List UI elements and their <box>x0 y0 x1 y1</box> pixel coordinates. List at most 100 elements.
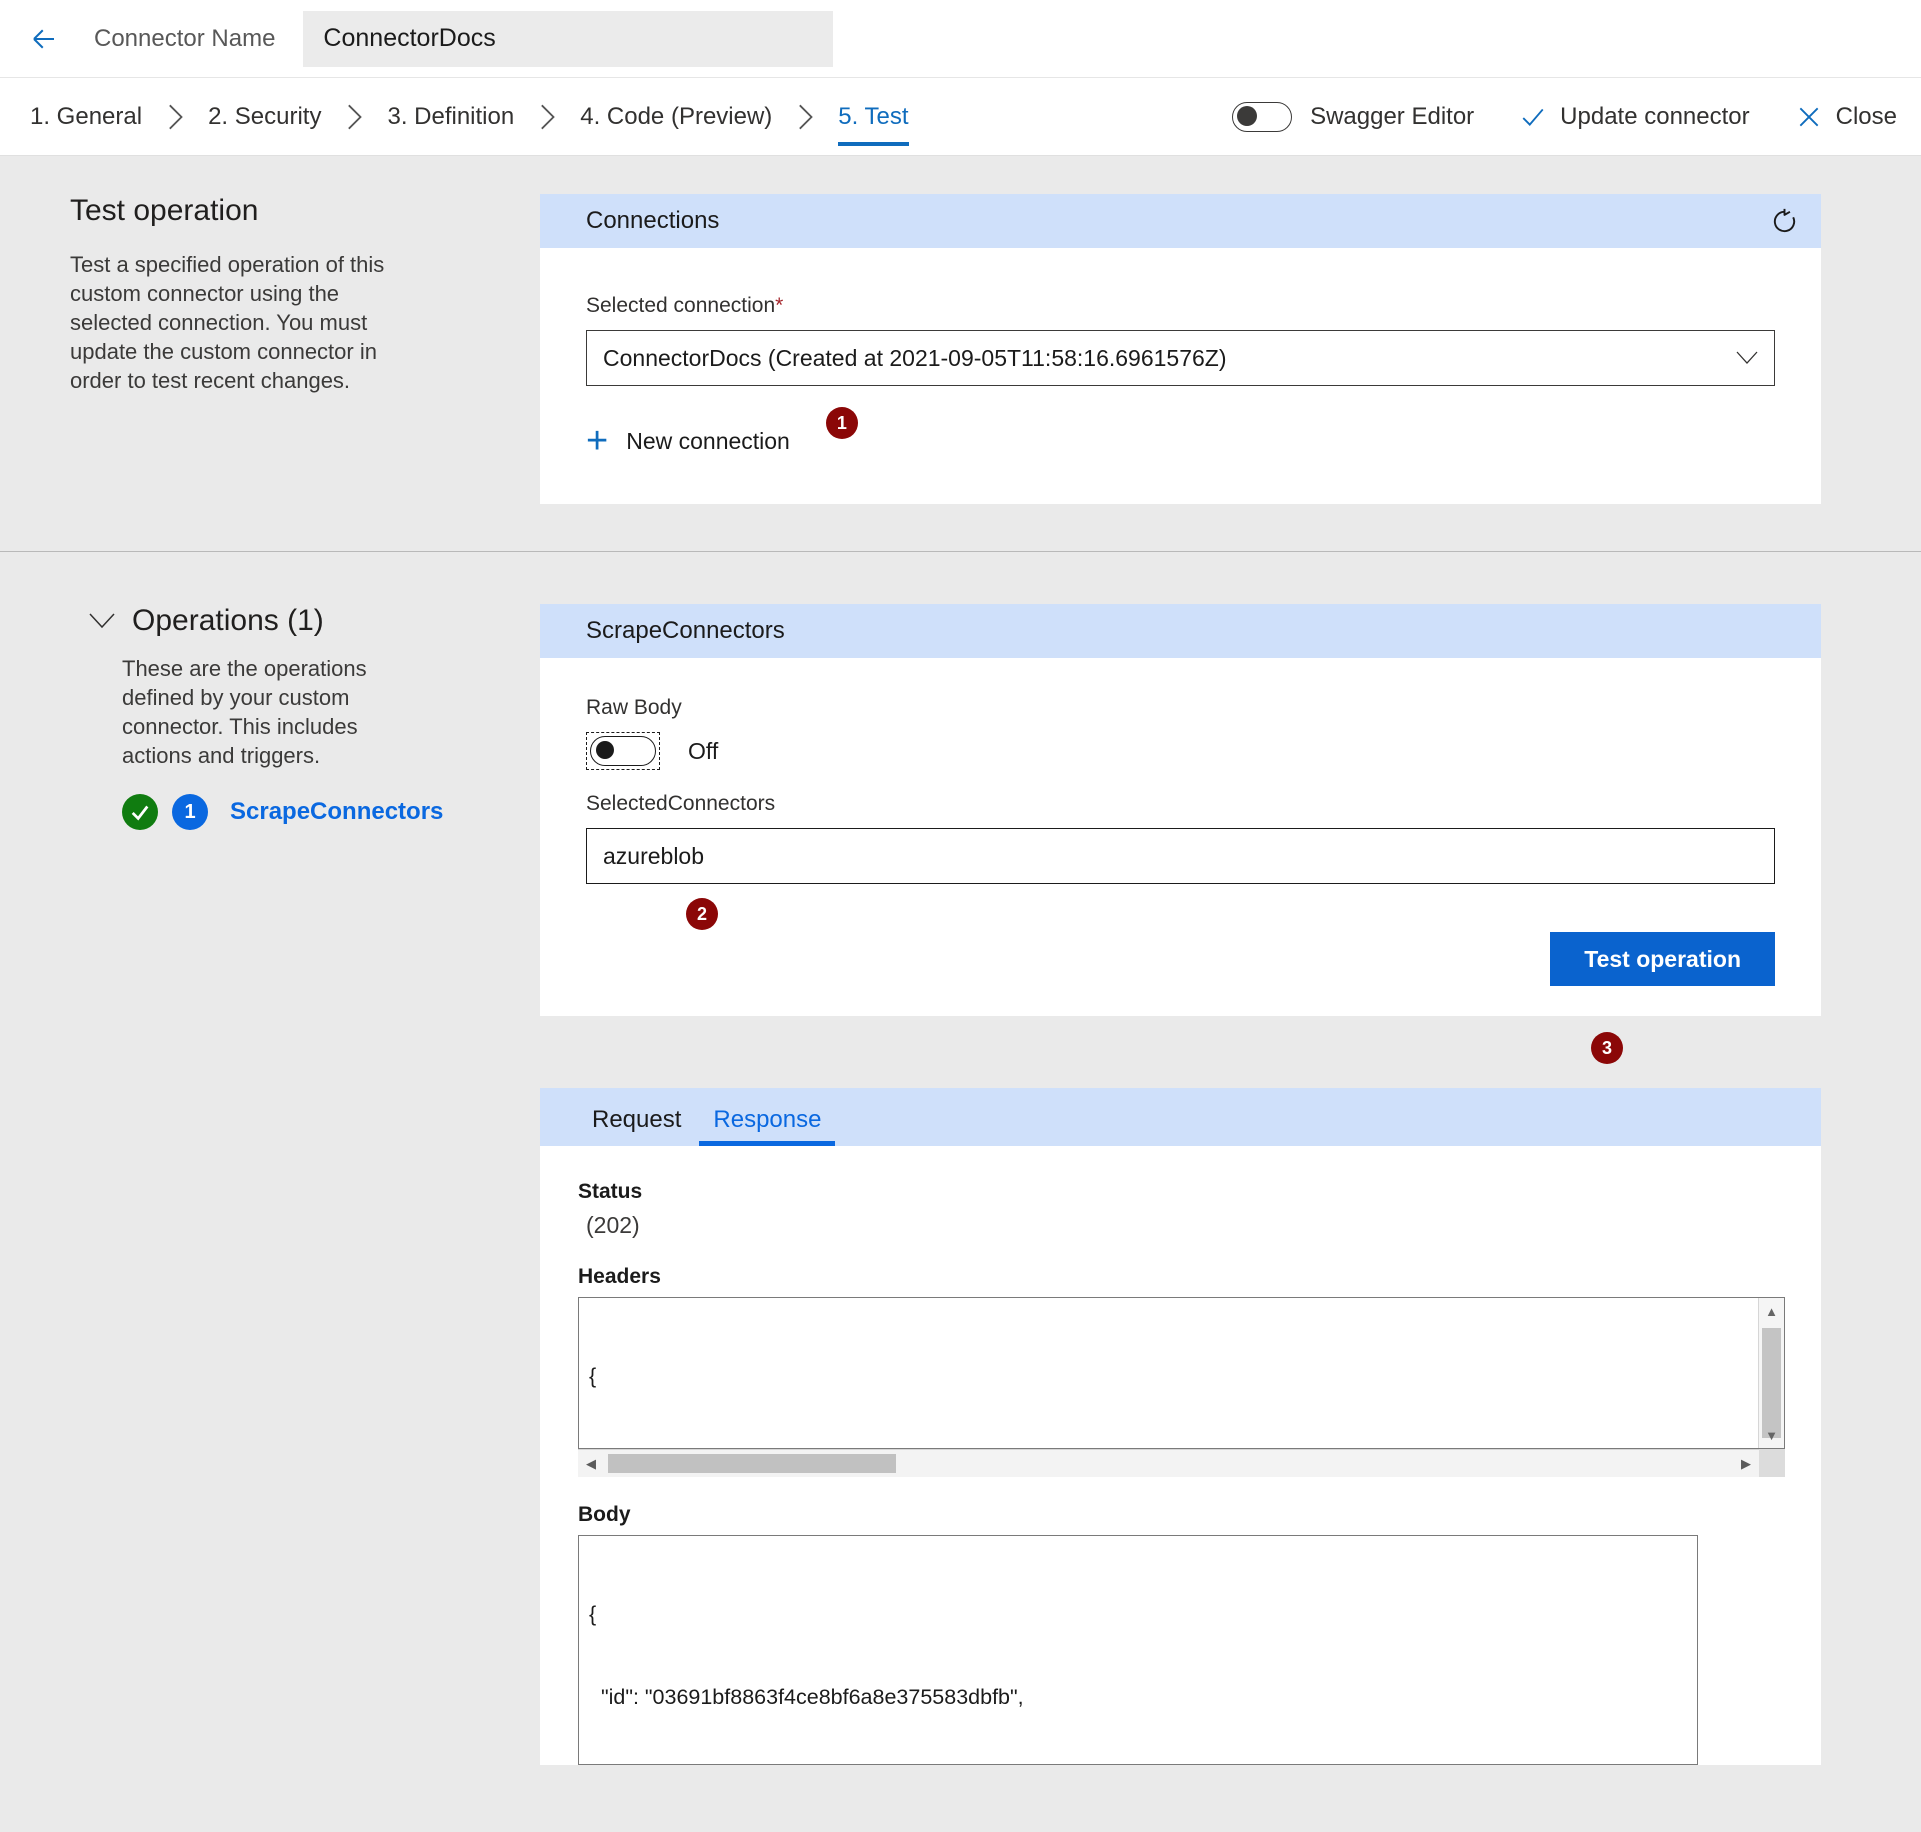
update-connector-label: Update connector <box>1560 102 1750 130</box>
selected-connection-label-text: Selected connection <box>586 294 776 317</box>
response-card: Request Response Status (202) Headers { … <box>540 1088 1821 1765</box>
operation-card-title: ScrapeConnectors <box>586 617 785 644</box>
chevron-right-icon <box>335 104 373 130</box>
annotation-badge-1: 1 <box>825 407 858 439</box>
operations-title: Operations (1) <box>132 604 324 637</box>
check-icon <box>1520 104 1546 130</box>
swagger-editor-label: Swagger Editor <box>1310 102 1475 130</box>
operation-index-badge: 1 <box>172 794 208 831</box>
refresh-icon[interactable] <box>1770 207 1799 236</box>
test-operation-button[interactable]: Test operation <box>1550 932 1775 986</box>
scroll-down-icon[interactable]: ▼ <box>1759 1422 1784 1448</box>
headers-horizontal-scrollbar[interactable]: ◀ ▶ <box>578 1449 1785 1477</box>
selected-connection-value: ConnectorDocs (Created at 2021-09-05T11:… <box>603 344 1227 371</box>
headers-textarea[interactable]: { "content-length": "1134", "content-typ… <box>578 1297 1785 1449</box>
page-title: Test operation <box>70 194 259 227</box>
test-operation-info: Test operation Test a specified operatio… <box>0 194 540 505</box>
scrollbar-thumb[interactable] <box>608 1454 896 1473</box>
chevron-right-icon <box>156 104 194 130</box>
tab-request[interactable]: Request <box>576 1106 697 1146</box>
selected-connectors-input[interactable] <box>586 828 1775 884</box>
step-security[interactable]: 2. Security <box>194 78 335 156</box>
chevron-right-icon <box>786 104 824 130</box>
new-connection-label: New connection <box>626 427 790 454</box>
status-label: Status <box>578 1180 643 1203</box>
response-tabs: Request Response <box>540 1088 1821 1146</box>
close-label: Close <box>1835 102 1897 130</box>
annotation-badge-3: 3 <box>1591 1032 1623 1064</box>
operations-description: These are the operations defined by your… <box>122 656 367 769</box>
step-definition[interactable]: 3. Definition <box>373 78 528 156</box>
operations-section: Operations (1) These are the operations … <box>0 552 1921 1765</box>
step-nav: 1. General 2. Security 3. Definition 4. … <box>0 78 1921 156</box>
close-icon <box>1796 104 1822 130</box>
toggle-knob <box>1237 105 1258 126</box>
annotation-badge-3-row: 3 <box>540 1032 1821 1064</box>
step-test[interactable]: 5. Test <box>824 78 922 156</box>
operations-info: Operations (1) These are the operations … <box>0 604 540 1765</box>
operation-card-header: ScrapeConnectors <box>540 604 1821 658</box>
body-line: { <box>589 1602 597 1627</box>
selected-connectors-label: SelectedConnectors <box>586 792 776 815</box>
headers-line: { <box>589 1364 597 1389</box>
required-marker: * <box>775 294 784 317</box>
annotation-badge-2-row: 2 <box>586 884 1775 930</box>
test-operation-button-row: Test operation <box>586 932 1775 986</box>
operations-title-row[interactable]: Operations (1) <box>88 604 510 638</box>
operation-card-body: Raw Body Off SelectedConnectors 2 Test o… <box>540 658 1821 1016</box>
raw-body-label: Raw Body <box>586 696 682 719</box>
headers-vertical-scrollbar[interactable]: ▲ ▼ <box>1758 1298 1784 1448</box>
scroll-up-icon[interactable]: ▲ <box>1759 1298 1784 1324</box>
step-general[interactable]: 1. General <box>16 78 156 156</box>
operation-name-link[interactable]: ScrapeConnectors <box>230 798 443 826</box>
close-button[interactable]: Close <box>1796 103 1897 131</box>
selected-connection-dropdown[interactable]: ConnectorDocs (Created at 2021-09-05T11:… <box>586 330 1775 386</box>
toggle-track <box>1232 101 1293 132</box>
selected-connection-label: Selected connection* <box>586 294 1775 318</box>
raw-body-state: Off <box>688 737 719 764</box>
response-body: Status (202) Headers { "content-length":… <box>540 1146 1821 1765</box>
chevron-down-icon <box>1736 351 1758 365</box>
command-bar: Swagger Editor Update connector Close <box>1232 101 1921 132</box>
connections-card-header: Connections <box>540 194 1821 248</box>
test-operation-section: Test operation Test a specified operatio… <box>0 156 1921 505</box>
headers-textarea-wrap: { "content-length": "1134", "content-typ… <box>578 1297 1785 1477</box>
scroll-left-icon[interactable]: ◀ <box>578 1456 604 1472</box>
operation-card: ScrapeConnectors Raw Body Off SelectedCo… <box>540 604 1821 1016</box>
test-operation-description: Test a specified operation of this custo… <box>70 252 385 394</box>
new-connection-button[interactable]: + New connection <box>586 422 790 460</box>
raw-body-toggle-row: Off <box>586 732 1775 770</box>
connector-name-field[interactable]: ConnectorDocs <box>303 10 834 67</box>
step-code-preview[interactable]: 4. Code (Preview) <box>566 78 786 156</box>
chevron-down-icon <box>88 612 116 630</box>
operation-panel: ScrapeConnectors Raw Body Off SelectedCo… <box>540 604 1921 1765</box>
chevron-right-icon <box>528 104 566 130</box>
headers-label: Headers <box>578 1265 661 1288</box>
page-content: Test operation Test a specified operatio… <box>0 156 1921 1832</box>
toggle-knob <box>596 741 614 759</box>
connections-card-body: Selected connection* ConnectorDocs (Crea… <box>540 248 1821 504</box>
headers-content: { "content-length": "1134", "content-typ… <box>579 1298 1784 1448</box>
operation-list-item-scrapeconnectors[interactable]: 1 ScrapeConnectors <box>122 794 510 831</box>
swagger-editor-toggle[interactable]: Swagger Editor <box>1232 101 1475 132</box>
scroll-right-icon[interactable]: ▶ <box>1733 1456 1759 1472</box>
body-textarea[interactable]: { "id": "03691bf8863f4ce8bf6a8e375583dbf… <box>578 1535 1698 1765</box>
body-line: "id": "03691bf8863f4ce8bf6a8e375583dbfb"… <box>589 1684 1024 1709</box>
raw-body-toggle[interactable] <box>586 732 660 770</box>
success-check-icon <box>122 794 158 831</box>
annotation-badge-2: 2 <box>686 898 718 930</box>
status-value: (202) <box>586 1212 640 1238</box>
tab-response[interactable]: Response <box>697 1106 837 1146</box>
scrollbar-corner <box>1759 1449 1785 1477</box>
connections-title: Connections <box>586 207 720 234</box>
toggle-track <box>590 736 656 766</box>
update-connector-button[interactable]: Update connector <box>1520 102 1750 131</box>
top-bar: Connector Name ConnectorDocs <box>0 0 1921 78</box>
body-label: Body <box>578 1503 631 1526</box>
connector-name-label: Connector Name <box>94 24 276 52</box>
connections-panel: Connections Selected connection* Connect… <box>540 194 1921 505</box>
back-arrow-icon[interactable] <box>22 17 66 61</box>
body-content: { "id": "03691bf8863f4ce8bf6a8e375583dbf… <box>579 1536 1697 1764</box>
plus-icon: + <box>586 420 609 462</box>
connections-card: Connections Selected connection* Connect… <box>540 194 1821 504</box>
